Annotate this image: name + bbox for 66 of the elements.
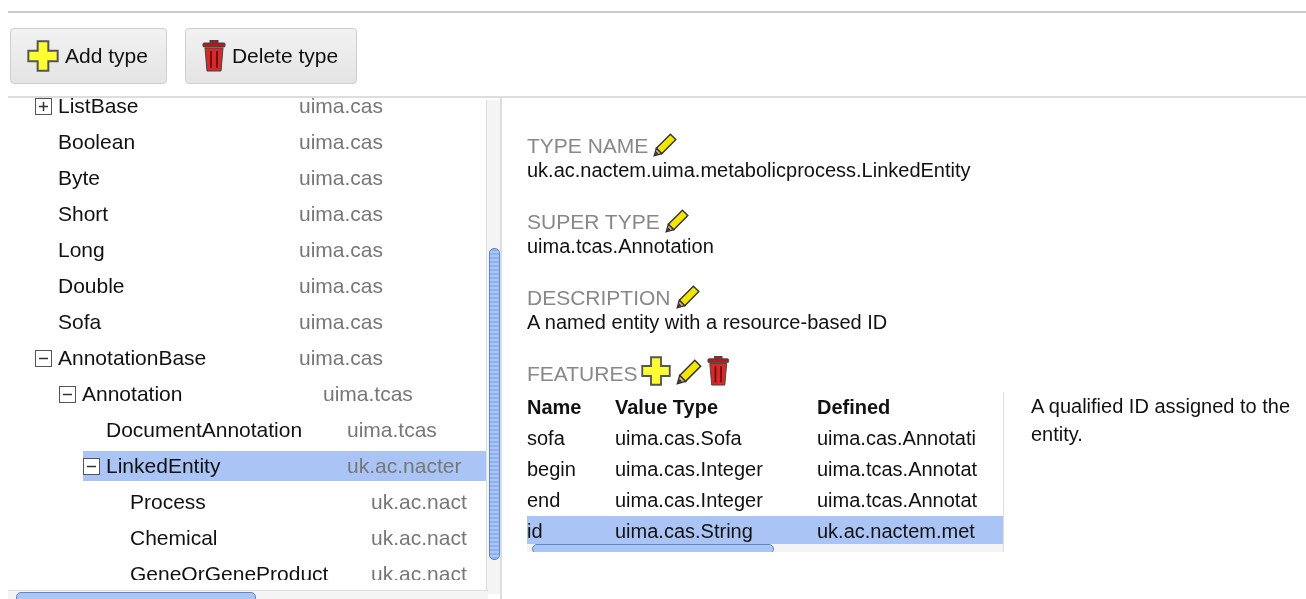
type-name: Chemical [130,526,218,550]
table-cell-text: end [527,489,562,512]
type-name: DocumentAnnotation [106,418,303,442]
table-cell-text: uima.cas.String [615,520,754,543]
table-cell-text: id [527,520,544,543]
tree-item[interactable]: AnnotationBase [35,346,299,370]
section-label: SUPER TYPE [527,210,660,234]
tree-item[interactable]: Boolean [35,130,299,154]
section-label: DESCRIPTION [527,286,671,310]
type-name: Double [58,274,125,298]
section-label: FEATURES [527,362,638,386]
package-name: uima.cas [299,346,384,370]
section-value: A named entity with a resource-based ID [527,311,889,334]
tree-item[interactable]: ListBase [35,98,299,118]
tree-item[interactable]: Double [35,274,299,298]
table-row[interactable]: begin uima.cas.Integer uima.tcas.Annotat [527,454,1003,485]
tree-item[interactable]: Short [35,202,299,226]
add-type-button[interactable]: Add type [10,28,167,84]
type-name: Annotation [82,382,183,406]
package-name: uima.tcas [323,382,413,406]
table-cell-text: uima.tcas.Annotat [817,458,979,481]
tree-item[interactable]: Annotation [59,382,323,406]
table-cell-text: uima.cas.Integer [615,458,764,481]
package-name: uima.cas [299,274,384,298]
column-header: Name [527,396,583,419]
tree-item[interactable]: Long [35,238,299,262]
package-name: uima.tcas [347,418,437,442]
table-cell-text: uk.ac.nactem.met [817,520,976,543]
column-header: Defined [817,396,892,419]
tree-item[interactable]: LinkedEntity [83,451,347,481]
tree-item[interactable]: Byte [35,166,299,190]
tree-item[interactable]: Chemical [107,526,371,550]
table-row[interactable]: sofa uima.cas.Sofa uima.cas.Annotati [527,423,1003,454]
tree-item[interactable]: DocumentAnnotation [83,418,347,442]
column-header: Value Type [615,396,719,419]
type-name: Byte [58,166,101,190]
package-name: uk.ac.nact [371,526,467,550]
section-value: uima.tcas.Annotation [527,235,715,258]
table-cell-text: sofa [527,427,566,450]
tree-item[interactable]: Sofa [35,310,299,334]
type-name: Short [58,202,109,226]
type-name: Boolean [58,130,136,154]
tree-item[interactable]: Process [107,490,371,514]
delete-type-button[interactable]: Delete type [184,28,358,84]
type-name: Sofa [58,310,102,334]
table-cell-text: uima.tcas.Annotat [817,489,979,512]
package-name: uima.cas [299,238,384,262]
table-cell-text: uima.cas.Sofa [615,427,743,450]
section-label: TYPE NAME [527,134,649,158]
package-name: uima.cas [299,310,384,334]
table-row[interactable]: end uima.cas.Integer uima.tcas.Annotat [527,485,1003,516]
type-name: LinkedEntity [106,454,221,478]
table-cell-text: uima.cas.Integer [615,489,764,512]
package-name: uima.cas [299,202,384,226]
type-name: Process [130,490,206,514]
package-name: uima.cas [299,98,384,118]
feature-description: A qualified ID assigned to the entity. [1030,394,1292,447]
table-cell-text: uima.cas.Annotati [817,427,977,450]
section-value: uk.ac.nactem.uima.metabolicprocess.LinkedEntity [527,159,972,182]
package-name: uima.cas [299,130,384,154]
type-name: Long [58,238,105,262]
type-name: AnnotationBase [58,346,207,370]
type-name: ListBase [58,98,139,118]
package-name: uk.ac.nact [371,490,467,514]
table-cell-text: begin [527,458,577,481]
package-name: uima.cas [299,166,384,190]
